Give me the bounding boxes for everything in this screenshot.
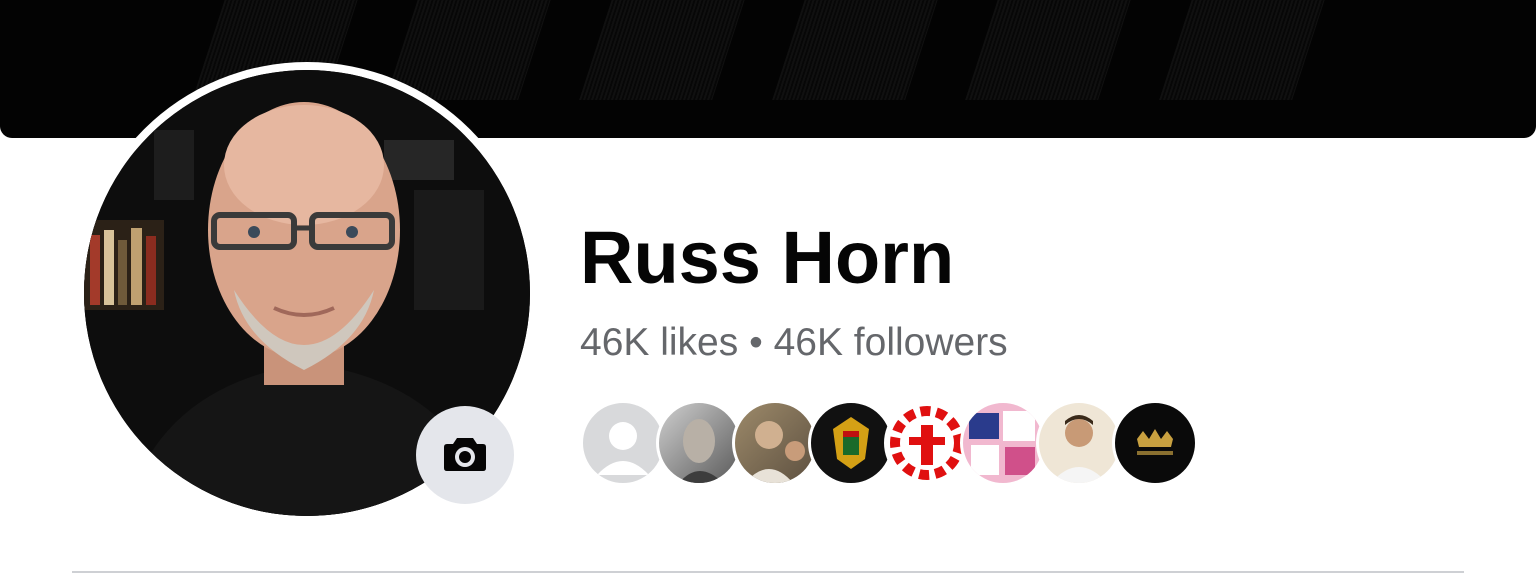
section-divider bbox=[72, 571, 1464, 573]
follower-avatar-collage[interactable] bbox=[960, 400, 1046, 486]
follower-avatar-sketch[interactable] bbox=[656, 400, 742, 486]
follower-avatar-portrait[interactable] bbox=[1036, 400, 1122, 486]
camera-icon bbox=[443, 434, 487, 477]
profile-header: Russ Horn 46K likes • 46K followers bbox=[0, 0, 1536, 588]
person-silhouette-icon bbox=[583, 422, 663, 483]
likes-followers-count[interactable]: 46K likes • 46K followers bbox=[580, 318, 1008, 368]
page-title[interactable]: Russ Horn bbox=[580, 208, 954, 308]
follower-avatar-red-logo[interactable] bbox=[884, 400, 970, 486]
follower-avatar-crown-logo[interactable] bbox=[1112, 400, 1198, 486]
update-profile-picture-button[interactable] bbox=[416, 406, 514, 504]
follower-avatar-photo[interactable] bbox=[732, 400, 818, 486]
follower-avatar-emblem[interactable] bbox=[808, 400, 894, 486]
follower-avatar-default[interactable] bbox=[580, 400, 666, 486]
followers-avatars bbox=[580, 400, 1200, 486]
